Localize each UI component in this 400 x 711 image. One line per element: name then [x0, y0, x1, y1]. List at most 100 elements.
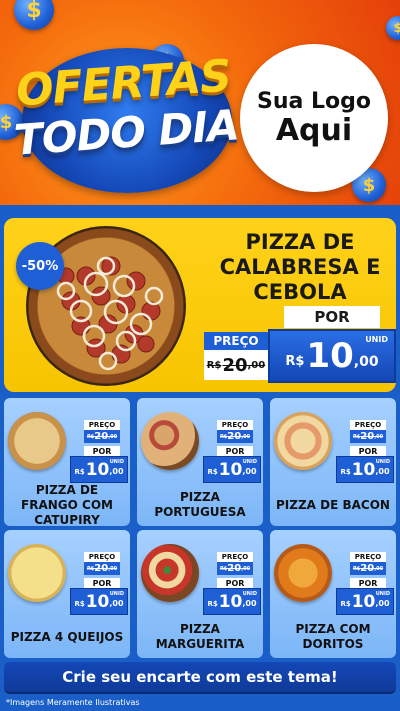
old-price-integer: 20 — [94, 563, 109, 574]
product-new-price: UNID R$ 10 ,00 — [70, 456, 128, 483]
old-price-integer: 20 — [94, 431, 109, 442]
cta-banner[interactable]: Crie seu encarte com este tema! — [4, 662, 396, 694]
featured-new-price: UNID R$ 10 ,00 — [268, 329, 396, 383]
featured-por-label: POR — [284, 306, 380, 328]
product-old-price: R$ 20 ,00 — [350, 562, 386, 575]
new-price-currency: R$ — [207, 600, 218, 608]
old-price-integer: 20 — [360, 563, 375, 574]
product-name: PIZZA 4 QUEIJOS — [10, 629, 124, 644]
new-price-currency: R$ — [340, 468, 351, 476]
old-price-integer: 20 — [360, 431, 375, 442]
old-price-currency: R$ — [206, 359, 222, 371]
product-card: PREÇO R$ 20 ,00 POR UNID R$ 10 ,00 PIZZA… — [4, 398, 130, 526]
product-por-label: POR — [350, 446, 386, 456]
product-pizza-image — [274, 544, 332, 602]
discount-badge: -50% — [16, 242, 64, 290]
unid-label: UNID — [242, 591, 257, 597]
product-old-price: R$ 20 ,00 — [350, 430, 386, 443]
product-card: PREÇO R$ 20 ,00 POR UNID R$ 10 ,00 PIZZA… — [270, 398, 396, 526]
old-price-currency: R$ — [219, 565, 228, 572]
new-price-decimal: ,00 — [375, 467, 390, 476]
product-name: PIZZA MARGUERITA — [155, 622, 245, 651]
old-price-currency: R$ — [86, 433, 95, 440]
new-price-integer: 10 — [351, 591, 376, 612]
product-new-price: UNID R$ 10 ,00 — [336, 588, 394, 615]
new-price-decimal: ,00 — [109, 599, 124, 608]
old-price-currency: R$ — [352, 433, 361, 440]
product-preco-label: PREÇO — [350, 552, 386, 562]
product-new-price: UNID R$ 10 ,00 — [203, 456, 261, 483]
old-price-integer: 20 — [227, 431, 242, 442]
new-price-currency: R$ — [74, 468, 85, 476]
old-price-currency: R$ — [219, 433, 228, 440]
product-old-price: R$ 20 ,00 — [217, 562, 253, 575]
product-pizza-image — [8, 544, 66, 602]
product-pizza-image — [141, 544, 199, 602]
product-por-label: POR — [217, 446, 253, 456]
featured-offer: -50% PIZZA DE CALABRESA E CEBOLA PREÇO R… — [4, 218, 396, 392]
new-price-integer: 10 — [351, 459, 376, 480]
coin-icon: $ — [386, 16, 400, 40]
old-price-integer: 20 — [222, 354, 248, 376]
product-old-price: R$ 20 ,00 — [84, 430, 120, 443]
product-por-label: POR — [84, 446, 120, 456]
product-por-label: POR — [350, 578, 386, 588]
product-pizza-image — [274, 412, 332, 470]
old-price-decimal: ,00 — [108, 433, 118, 440]
featured-preco-label: PREÇO — [204, 332, 268, 350]
product-card: PREÇO R$ 20 ,00 POR UNID R$ 10 ,00 PIZZA… — [137, 398, 263, 526]
header-banner: $ $ $ $ $ OFERTAS TODO DIA Sua Logo Aqui — [0, 0, 400, 205]
old-price-decimal: ,00 — [241, 565, 251, 572]
new-price-decimal: ,00 — [109, 467, 124, 476]
unid-label: UNID — [375, 591, 390, 597]
old-price-decimal: ,00 — [374, 433, 384, 440]
new-price-currency: R$ — [207, 468, 218, 476]
unid-label: UNID — [109, 459, 124, 465]
product-card: PREÇO R$ 20 ,00 POR UNID R$ 10 ,00 PIZZA… — [137, 530, 263, 658]
product-card: PREÇO R$ 20 ,00 POR UNID R$ 10 ,00 PIZZA… — [4, 530, 130, 658]
old-price-decimal: ,00 — [241, 433, 251, 440]
logo-placeholder: Sua Logo Aqui — [240, 44, 388, 192]
product-preco-label: PREÇO — [84, 420, 120, 430]
product-name: PIZZA DE FRANGO COM CATUPIRY — [21, 482, 113, 527]
new-price-integer: 10 — [218, 459, 243, 480]
unid-label: UNID — [109, 591, 124, 597]
featured-product-name: PIZZA DE CALABRESA E CEBOLA — [219, 230, 381, 305]
old-price-integer: 20 — [227, 563, 242, 574]
product-old-price: R$ 20 ,00 — [84, 562, 120, 575]
logo-text-line2: Aqui — [275, 113, 353, 148]
old-price-currency: R$ — [86, 565, 95, 572]
product-name: PIZZA COM DORITOS — [295, 622, 371, 651]
product-pizza-image — [8, 412, 66, 470]
old-price-decimal: ,00 — [374, 565, 384, 572]
product-preco-label: PREÇO — [84, 552, 120, 562]
unid-label: UNID — [375, 459, 390, 465]
logo-text-line1: Sua Logo — [256, 89, 371, 114]
old-price-decimal: ,00 — [108, 565, 118, 572]
new-price-decimal: ,00 — [242, 599, 257, 608]
new-price-currency: R$ — [74, 600, 85, 608]
old-price-decimal: ,00 — [247, 359, 266, 371]
new-price-integer: 10 — [85, 591, 110, 612]
unid-label: UNID — [365, 335, 388, 344]
product-card: PREÇO R$ 20 ,00 POR UNID R$ 10 ,00 PIZZA… — [270, 530, 396, 658]
product-preco-label: PREÇO — [350, 420, 386, 430]
product-por-label: POR — [84, 578, 120, 588]
old-price-currency: R$ — [352, 565, 361, 572]
product-new-price: UNID R$ 10 ,00 — [336, 456, 394, 483]
new-price-integer: 10 — [218, 591, 243, 612]
product-new-price: UNID R$ 10 ,00 — [70, 588, 128, 615]
product-new-price: UNID R$ 10 ,00 — [203, 588, 261, 615]
unid-label: UNID — [242, 459, 257, 465]
coin-icon: $ — [14, 0, 54, 30]
featured-old-price: R$ 20 ,00 — [204, 350, 268, 380]
disclaimer-text: *Imagens Meramente Ilustrativas — [6, 698, 140, 707]
new-price-decimal: ,00 — [375, 599, 390, 608]
product-name: PIZZA DE BACON — [276, 497, 390, 512]
product-name: PIZZA PORTUGUESA — [154, 490, 246, 519]
product-preco-label: PREÇO — [217, 552, 253, 562]
new-price-integer: 10 — [85, 459, 110, 480]
product-old-price: R$ 20 ,00 — [217, 430, 253, 443]
new-price-currency: R$ — [285, 354, 305, 369]
new-price-decimal: ,00 — [353, 354, 379, 370]
